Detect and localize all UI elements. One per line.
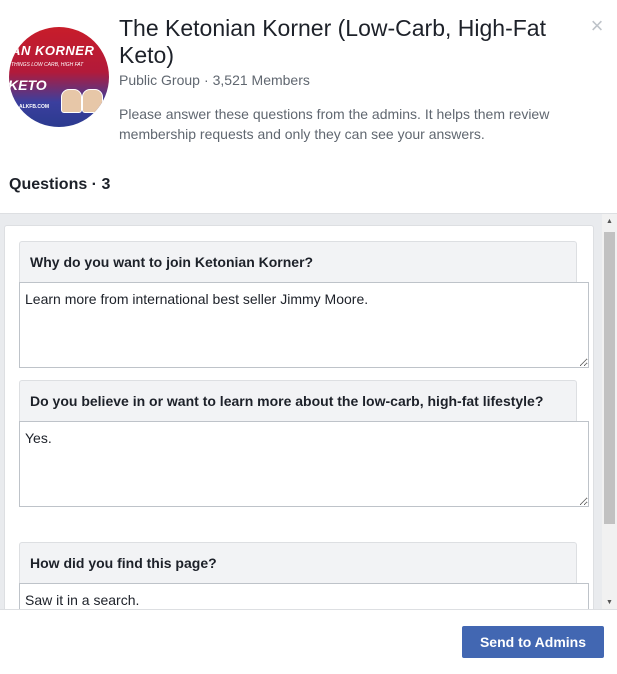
question-1-answer-field[interactable]: Learn more from international best selle… xyxy=(19,282,589,368)
admin-instructions: Please answer these questions from the a… xyxy=(119,106,550,142)
portrait-right xyxy=(82,89,103,113)
send-to-admins-button[interactable]: Send to Admins xyxy=(462,626,604,658)
group-header: IAN KORNER THINGS LOW CARB, HIGH FAT KET… xyxy=(0,0,617,165)
question-3-label: How did you find this page? xyxy=(19,542,577,583)
vertical-scrollbar[interactable]: ▲ ▼ xyxy=(602,214,617,610)
questions-count-heading: Questions · 3 xyxy=(9,176,111,193)
avatar-title-text: IAN KORNER xyxy=(9,43,95,58)
meta-separator: · xyxy=(203,72,209,88)
question-2: Do you believe in or want to learn more … xyxy=(19,380,589,507)
group-member-count: 3,521 Members xyxy=(212,72,310,88)
question-2-label: Do you believe in or want to learn more … xyxy=(19,380,577,421)
scroll-down-arrow-icon[interactable]: ▼ xyxy=(602,595,617,610)
question-3: How did you find this page? Saw it in a … xyxy=(19,542,589,610)
scroll-up-arrow-icon[interactable]: ▲ xyxy=(602,214,617,229)
group-title: The Ketonian Korner (Low-Carb, High-Fat … xyxy=(119,15,546,68)
questions-card: Why do you want to join Ketonian Korner?… xyxy=(4,225,594,610)
question-3-answer-field[interactable]: Saw it in a search. xyxy=(19,583,589,610)
group-privacy: Public Group xyxy=(119,72,200,88)
dialog-footer: Send to Admins xyxy=(0,609,617,674)
portrait-left xyxy=(61,89,82,113)
questions-scroll-area[interactable]: Why do you want to join Ketonian Korner?… xyxy=(0,213,617,610)
scrollbar-thumb[interactable] xyxy=(604,232,615,524)
question-2-answer-field[interactable]: Yes. xyxy=(19,421,589,507)
close-icon[interactable]: × xyxy=(587,15,607,37)
group-avatar: IAN KORNER THINGS LOW CARB, HIGH FAT KET… xyxy=(9,27,109,127)
question-1: Why do you want to join Ketonian Korner?… xyxy=(19,241,589,368)
avatar-tagline-text: THINGS LOW CARB, HIGH FAT xyxy=(11,62,84,68)
avatar-portraits xyxy=(61,89,103,113)
question-1-label: Why do you want to join Ketonian Korner? xyxy=(19,241,577,282)
group-meta: Public Group · 3,521 Members xyxy=(119,72,310,88)
